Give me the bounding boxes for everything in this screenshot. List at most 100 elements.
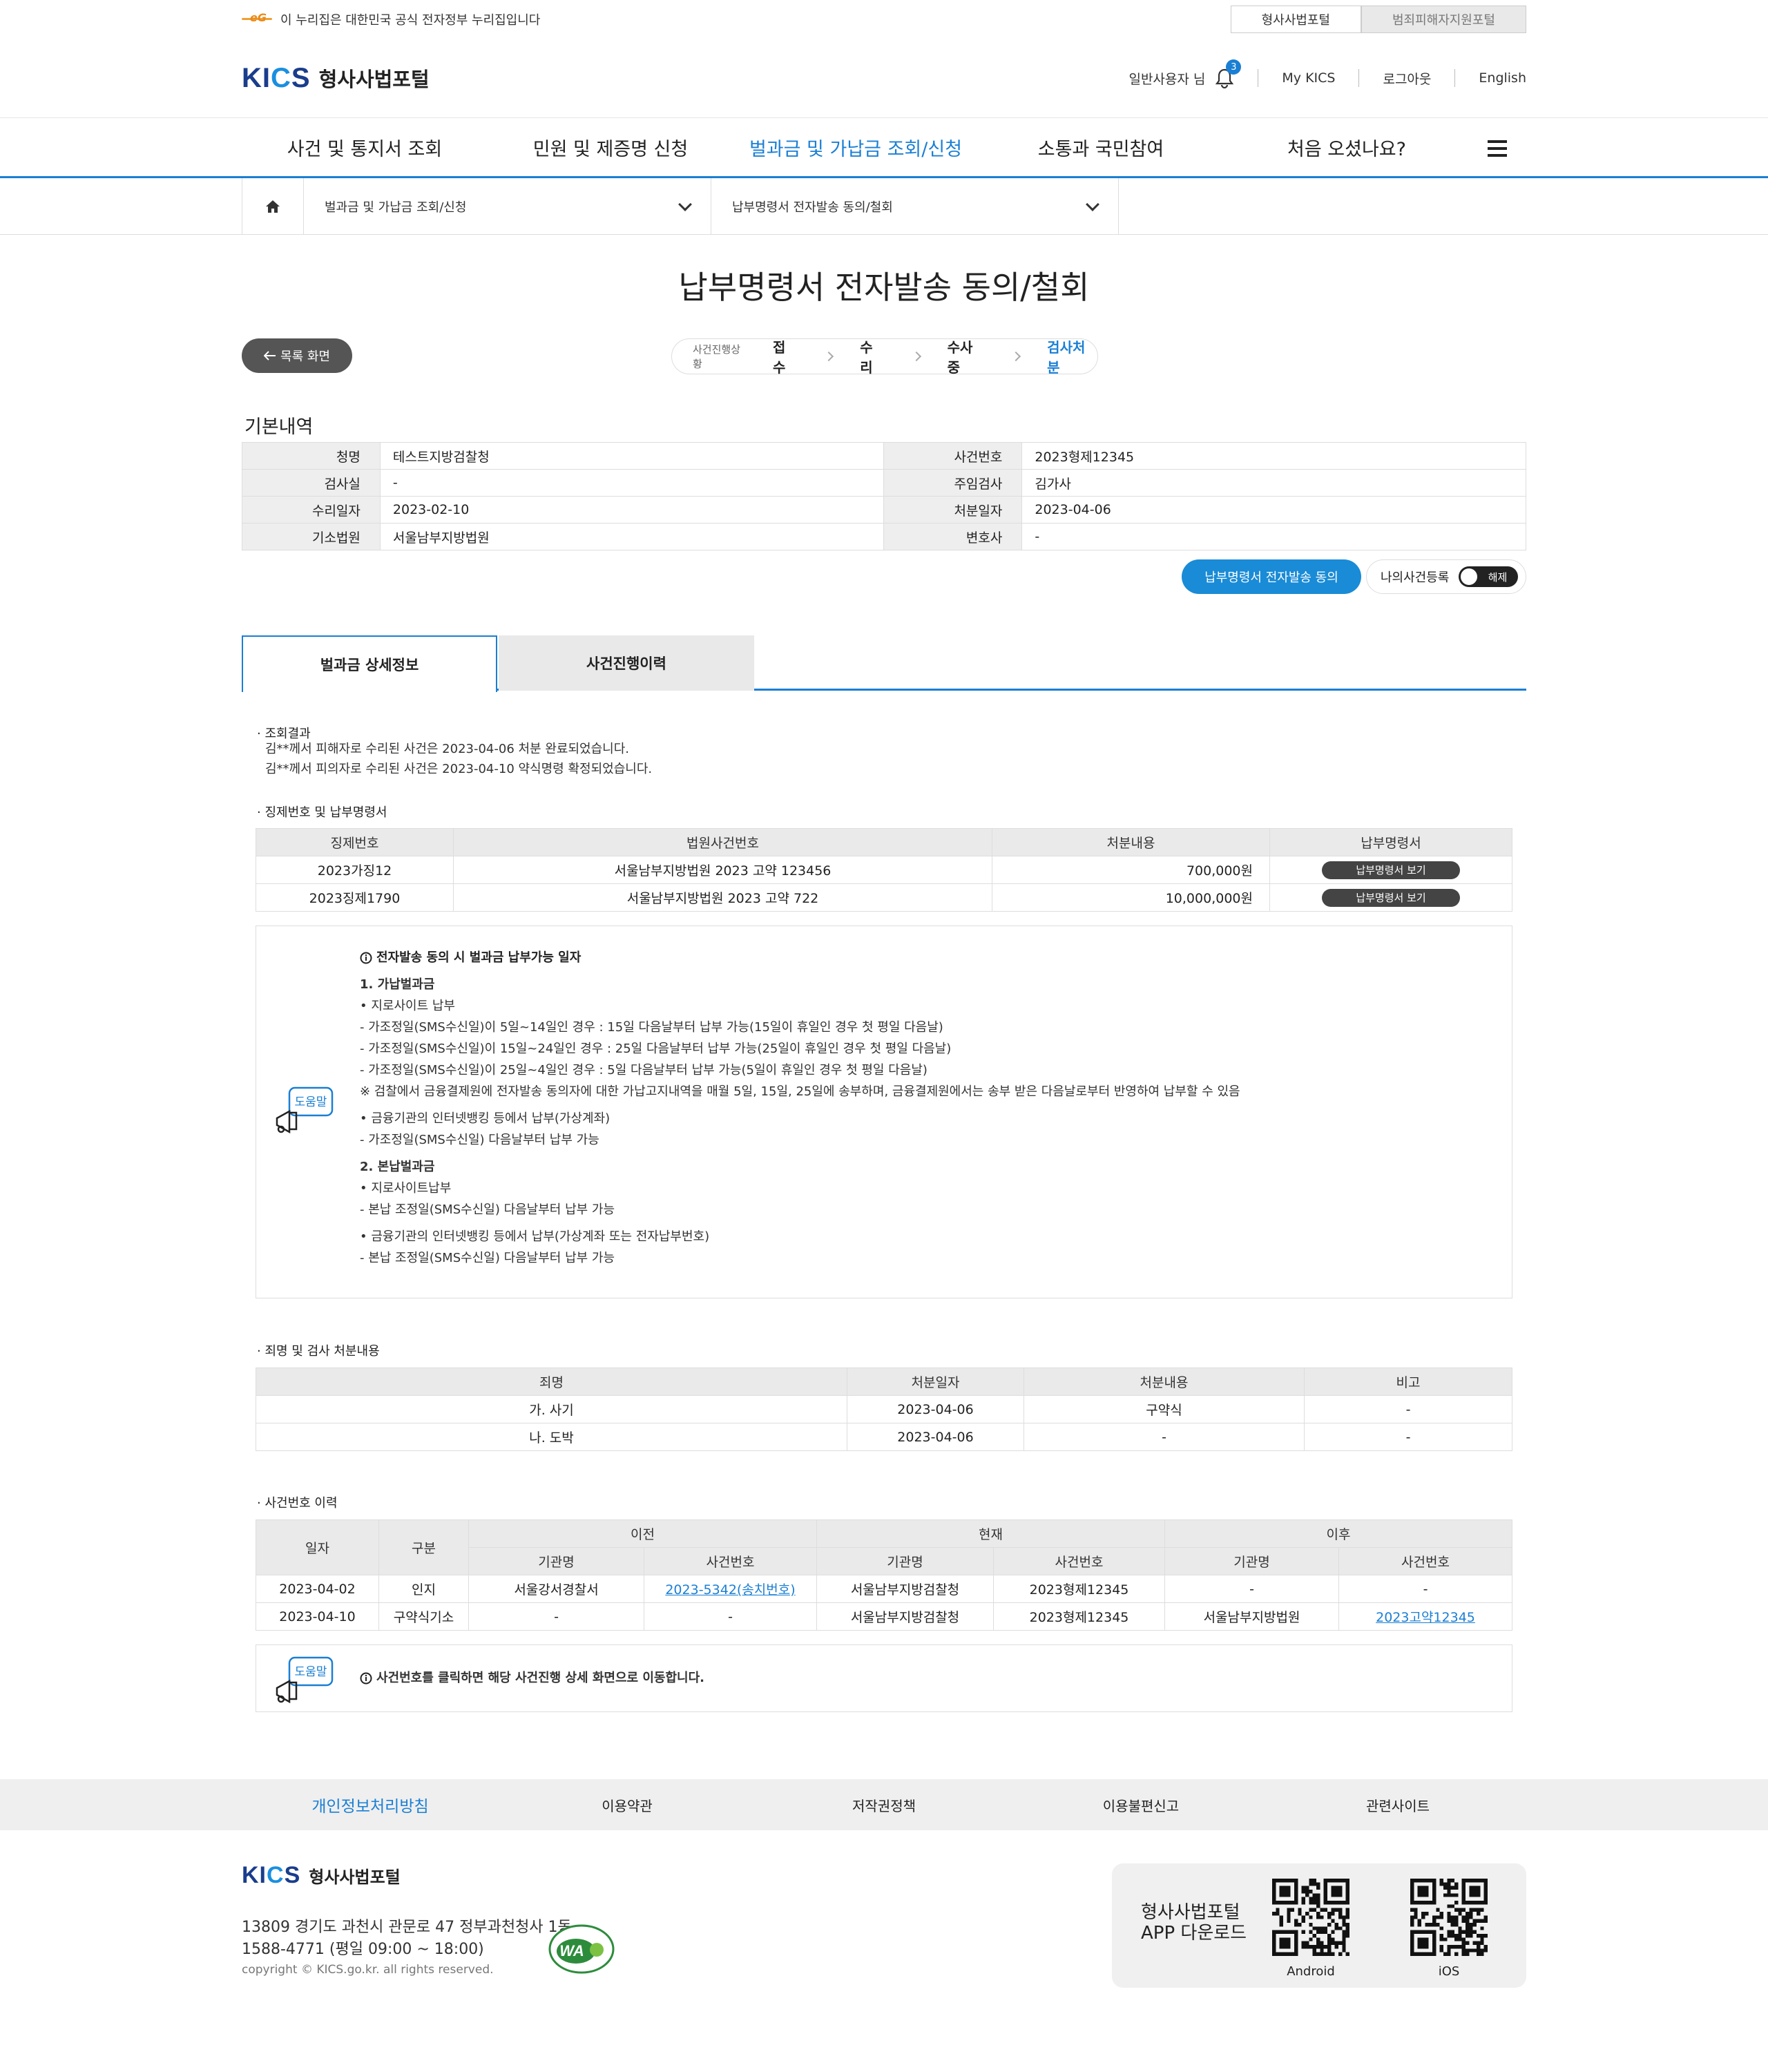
info-icon — [360, 1672, 372, 1684]
help-line: • 금융기관의 인터넷뱅킹 등에서 납부(가상계좌) — [360, 1111, 611, 1126]
help-line: • 금융기관의 인터넷뱅킹 등에서 납부(가상계좌 또는 전자납부번호) — [360, 1229, 710, 1244]
site-header: KICS 형사사법포털 일반사용자 님 3 My KICS 로그아웃 Engli… — [242, 39, 1526, 117]
home-icon[interactable] — [242, 178, 304, 235]
footer-nav: 개인정보처리방침 이용약관 저작권정책 이용불편신고 관련사이트 — [0, 1779, 1768, 1830]
disposition-result: 구약식 — [1024, 1395, 1305, 1423]
location-depth1-dropdown[interactable]: 벌과금 및 가납금 조회/신청 — [304, 178, 711, 235]
help-text: 사건번호를 클릭하면 해당 사건진행 상세 화면으로 이동합니다. — [360, 1667, 704, 1689]
portal-tab-victim[interactable]: 범죄피해자지원포털 — [1361, 6, 1526, 33]
notification-count: 3 — [1226, 59, 1242, 75]
table-row: 2023가징12 서울남부지방법원 2023 고약 123456 700,000… — [256, 856, 1512, 884]
help-line: - 가조정일(SMS수신일) 다음날부터 납부 가능 — [360, 1133, 599, 1147]
tab-case-history[interactable]: 사건진행이력 — [499, 635, 754, 691]
history-table-heading: · 사건번호 이력 — [257, 1496, 338, 1510]
location-depth2-dropdown[interactable]: 납부명령서 전자발송 동의/철회 — [711, 178, 1119, 235]
help-content: 전자발송 동의 시 벌과금 납부가능 일자 1. 가납벌과금 • 지로사이트 납부… — [360, 947, 1240, 1269]
column-header: 사건번호 — [644, 1547, 817, 1575]
nav-fine-lookup[interactable]: 벌과금 및 가납금 조회/신청 — [733, 134, 978, 161]
nav-case-lookup[interactable]: 사건 및 통지서 조회 — [242, 134, 488, 161]
note: - — [1304, 1395, 1512, 1423]
gov-notice: eG 이 누리집은 대한민국 공식 전자정부 누리집입니다 — [242, 10, 540, 28]
menu-icon[interactable] — [1488, 140, 1507, 157]
bell-icon[interactable]: 3 — [1215, 59, 1242, 89]
view-payment-order-button[interactable]: 납부명령서 보기 — [1322, 861, 1460, 879]
help-box-payment-dates: 도움말 전자발송 동의 시 벌과금 납부가능 일자 1. 가납벌과금 • 지로사이… — [256, 925, 1512, 1298]
copyright: copyright © KICS.go.kr. all rights reser… — [242, 1963, 494, 1977]
progress-label: 사건진행상황 — [693, 343, 741, 370]
disposition-date: 2023-04-06 — [847, 1423, 1024, 1451]
app-download-box: 형사사법포털 APP 다운로드 Android iOS — [1112, 1863, 1526, 1988]
label: 수리일자 — [242, 496, 381, 524]
my-kics-link[interactable]: My KICS — [1282, 70, 1335, 86]
column-header: 기관명 — [468, 1547, 644, 1575]
history-type: 인지 — [378, 1575, 469, 1603]
english-link[interactable]: English — [1479, 70, 1526, 86]
case-number-history-table: 일자 구분 이전 현재 이후 기관명 사건번호 기관명 사건번호 기관명 사건번… — [256, 1519, 1512, 1631]
fine-amount: 10,000,000원 — [992, 883, 1270, 912]
chevron-down-icon — [1086, 198, 1099, 211]
crime-name: 가. 사기 — [256, 1395, 847, 1423]
nav-civil-petition[interactable]: 민원 및 제증명 신청 — [488, 134, 733, 161]
ios-label: iOS — [1438, 1964, 1460, 1979]
footer-privacy-link[interactable]: 개인정보처리방침 — [242, 1793, 499, 1816]
step-disposition: 검사처분 — [1047, 339, 1086, 376]
result-text: 김**께서 피해자로 수리된 사건은 2023-04-06 처분 완료되었습니다… — [265, 739, 652, 779]
tab-fine-detail[interactable]: 벌과금 상세정보 — [242, 635, 497, 692]
footer-report-link[interactable]: 이용불편신고 — [1012, 1795, 1269, 1815]
table-row: 수리일자 2023-02-10 처분일자 2023-04-06 — [242, 496, 1526, 524]
column-header: 사건번호 — [993, 1547, 1165, 1575]
court-case-number: 서울남부지방법원 2023 고약 123456 — [453, 856, 992, 884]
column-header: 법원사건번호 — [453, 828, 992, 856]
cell: 2023-5342(송치번호) — [644, 1575, 817, 1603]
help-line: - 본납 조정일(SMS수신일) 다음날부터 납부 가능 — [360, 1251, 615, 1265]
column-header: 사건번호 — [1338, 1547, 1512, 1575]
nav-first-visit[interactable]: 처음 오셨나요? — [1224, 134, 1470, 161]
e-delivery-consent-button[interactable]: 납부명령서 전자발송 동의 — [1182, 559, 1361, 594]
page-title: 납부명령서 전자발송 동의/철회 — [678, 269, 1090, 306]
prev-org: 서울강서경찰서 — [468, 1575, 644, 1603]
logout-link[interactable]: 로그아웃 — [1383, 69, 1431, 88]
prev-case-link[interactable]: 2023-5342(송치번호) — [665, 1582, 795, 1598]
portal-tab-kics[interactable]: 형사사법포털 — [1230, 6, 1361, 33]
qr-code-icon[interactable] — [1272, 1879, 1349, 1956]
logo-text: 형사사법포털 — [318, 68, 430, 91]
logo-text: 형사사법포털 — [309, 1868, 401, 1887]
nav-communication[interactable]: 소통과 국민참여 — [978, 134, 1224, 161]
android-label: Android — [1287, 1964, 1335, 1979]
label: 처분일자 — [883, 496, 1023, 524]
crime-table-heading: · 죄명 및 검사 처분내용 — [257, 1344, 380, 1359]
label: 변호사 — [883, 523, 1023, 550]
footer-related-sites[interactable]: 관련사이트 — [1269, 1795, 1526, 1815]
fine-number: 2023가징12 — [256, 856, 454, 884]
disposition-result: - — [1024, 1423, 1305, 1451]
main-nav: 사건 및 통지서 조회 민원 및 제증명 신청 벌과금 및 가납금 조회/신청 … — [0, 117, 1768, 178]
svg-text:도움말: 도움말 — [295, 1095, 327, 1109]
table-row: 청명 테스트지방검찰청 사건번호 2023형제12345 — [242, 442, 1526, 470]
footer-terms-link[interactable]: 이용약관 — [499, 1795, 756, 1815]
portal-switcher: 형사사법포털 범죄피해자지원포털 — [1230, 6, 1526, 33]
fine-number: 2023징제1790 — [256, 883, 454, 912]
next-case-link[interactable]: 2023고약12345 — [1376, 1610, 1475, 1625]
back-to-list-button[interactable]: 목록 화면 — [242, 338, 352, 373]
logo-mark: KICS — [242, 1862, 301, 1888]
my-case-toggle[interactable]: 해제 — [1459, 566, 1519, 587]
footer-address: 13809 경기도 과천시 관문로 47 정부과천청사 1동 1588-4771… — [242, 1917, 572, 1961]
curr-org: 서울남부지방검찰청 — [816, 1602, 994, 1631]
cell: 납부명령서 보기 — [1269, 856, 1512, 884]
help-line: 1. 가납벌과금 — [360, 977, 435, 992]
help-line: - 본납 조정일(SMS수신일) 다음날부터 납부 가능 — [360, 1202, 615, 1217]
view-payment-order-button[interactable]: 납부명령서 보기 — [1322, 888, 1460, 907]
table-row: 기소법원 서울남부지방법원 변호사 - — [242, 523, 1526, 550]
column-header: 일자 — [256, 1519, 379, 1575]
address: 13809 경기도 과천시 관문로 47 정부과천청사 1동 — [242, 1919, 572, 1936]
qr-code-icon[interactable] — [1410, 1879, 1488, 1956]
next-case-number: - — [1338, 1575, 1512, 1603]
app-download-title: 형사사법포털 APP 다운로드 — [1141, 1902, 1247, 1944]
prev-org: - — [468, 1602, 644, 1631]
footer-copyright-link[interactable]: 저작권정책 — [756, 1795, 1012, 1815]
value: 2023형제12345 — [1021, 442, 1526, 470]
help-line: - 가조정일(SMS수신일)이 25일~4일인 경우 : 5일 다음날부터 납부… — [360, 1063, 928, 1077]
site-logo[interactable]: KICS 형사사법포털 — [242, 63, 430, 94]
curr-org: 서울남부지방검찰청 — [816, 1575, 994, 1603]
location-depth1-label: 벌과금 및 가납금 조회/신청 — [325, 200, 467, 215]
